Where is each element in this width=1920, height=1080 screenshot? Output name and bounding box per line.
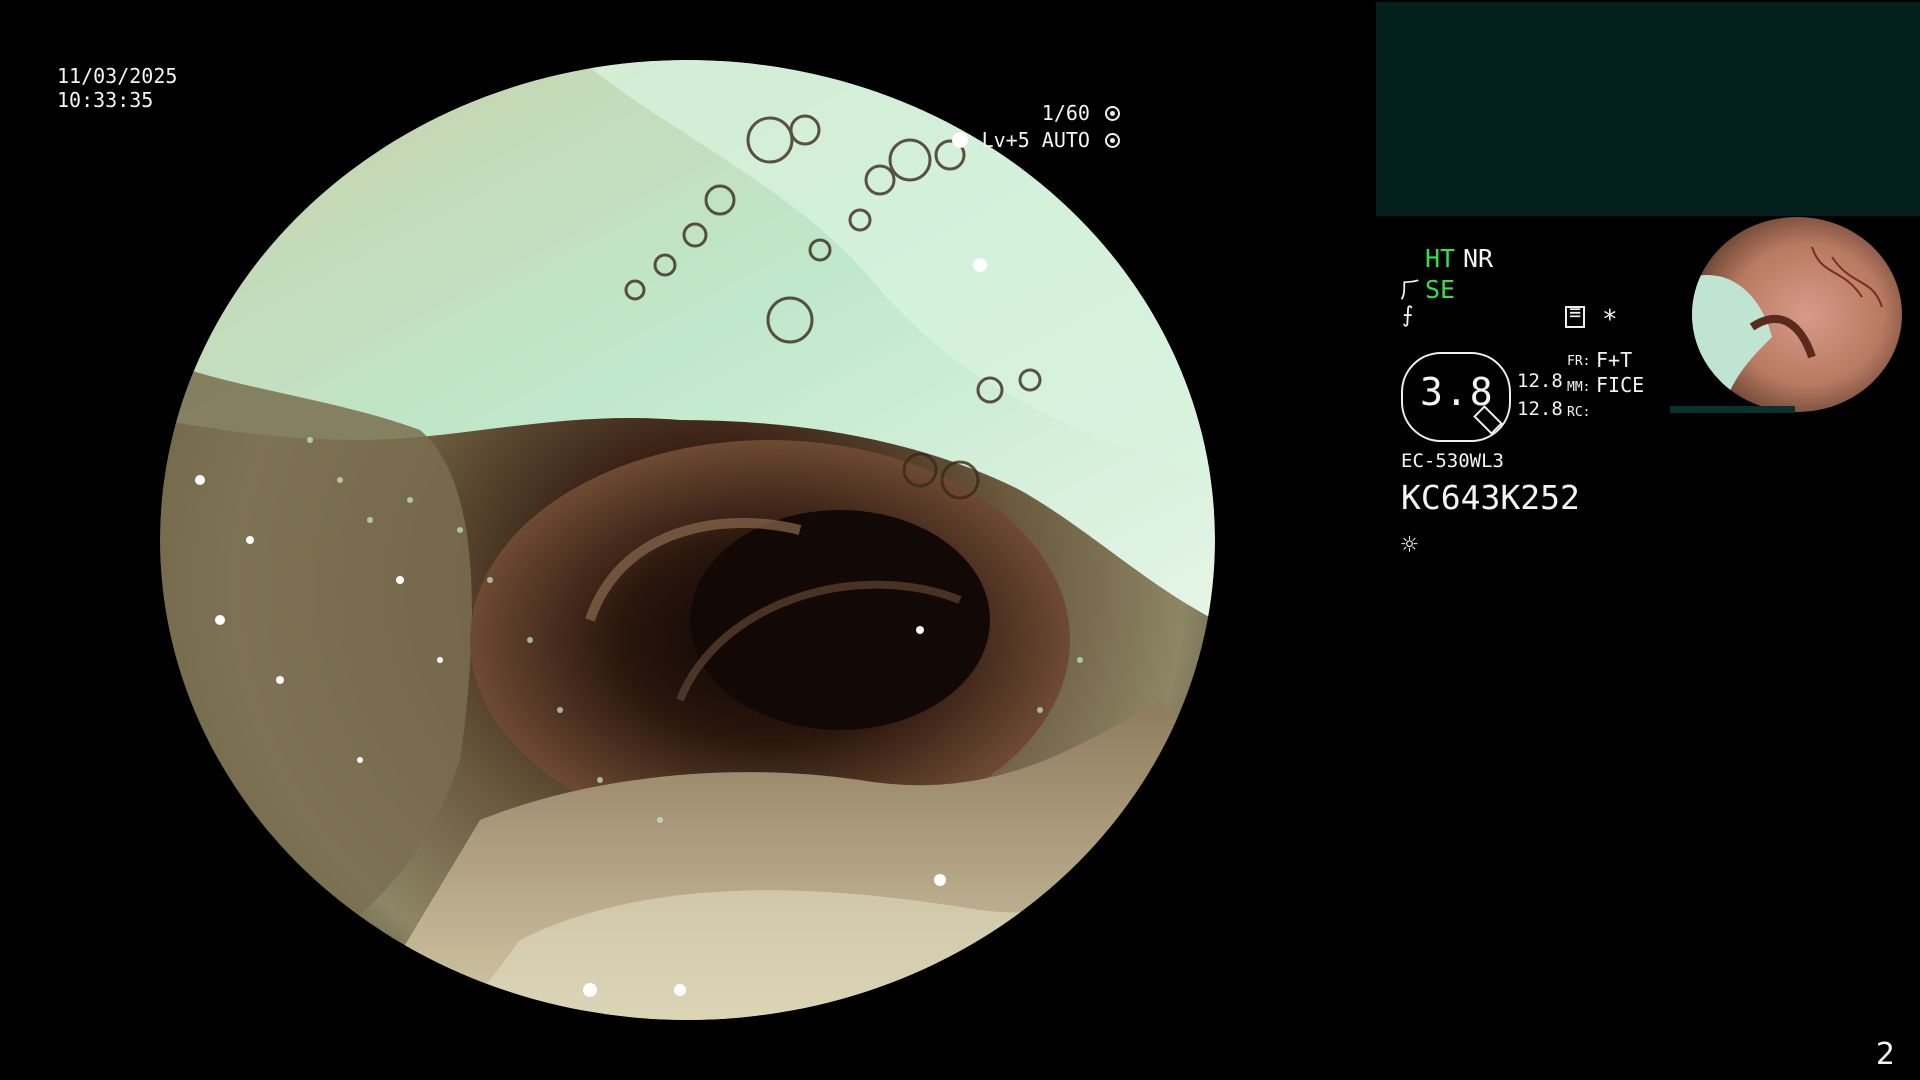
shutter-row: 1/60 bbox=[982, 100, 1120, 127]
fr-label: FR: bbox=[1567, 354, 1591, 369]
shutter-speed: 1/60 bbox=[1041, 101, 1090, 125]
level-mode: Lv+5 AUTO bbox=[981, 128, 1090, 152]
pip-image bbox=[1692, 217, 1902, 412]
iris-icon bbox=[1105, 106, 1120, 121]
page-number: 2 bbox=[1875, 1037, 1895, 1072]
nr-indicator: NR bbox=[1463, 244, 1494, 273]
time-text: 10:33:35 bbox=[57, 88, 154, 112]
scope-hand-icon: ⺁ bbox=[1400, 279, 1423, 304]
pip-thumbnail bbox=[1670, 216, 1920, 414]
exposure-info: 1/60 Lv+5 AUTO bbox=[982, 100, 1120, 154]
endoscope-view bbox=[160, 60, 1215, 1020]
zoom-upper: 12.8 bbox=[1517, 370, 1563, 392]
asterisk-indicator: * bbox=[1602, 305, 1618, 335]
scope-serial: KC643K252 bbox=[1401, 478, 1580, 517]
mm-label: MM: bbox=[1567, 380, 1591, 395]
freeze-icon: ⨍ bbox=[1402, 303, 1414, 328]
zoom-lower: 12.8 bbox=[1517, 398, 1563, 420]
mm-value: FICE bbox=[1596, 373, 1645, 397]
ht-indicator: HT bbox=[1425, 244, 1456, 273]
light-source-icon: ☼ bbox=[1401, 528, 1418, 561]
memo-icon: ≡ bbox=[1565, 306, 1585, 328]
endoscope-image bbox=[160, 60, 1215, 1020]
timestamp: 11/03/2025 10:33:35 bbox=[57, 64, 177, 112]
pip-status-bar bbox=[1670, 406, 1795, 413]
rc-label: RC: bbox=[1567, 405, 1591, 420]
se-indicator: SE bbox=[1425, 275, 1456, 304]
info-panel bbox=[1376, 2, 1920, 216]
auto-iris-icon bbox=[1105, 133, 1120, 148]
date-text: 11/03/2025 bbox=[57, 64, 178, 88]
level-row: Lv+5 AUTO bbox=[982, 127, 1120, 154]
scope-model: EC-530WL3 bbox=[1401, 450, 1504, 472]
fr-value: F+T bbox=[1596, 348, 1633, 372]
